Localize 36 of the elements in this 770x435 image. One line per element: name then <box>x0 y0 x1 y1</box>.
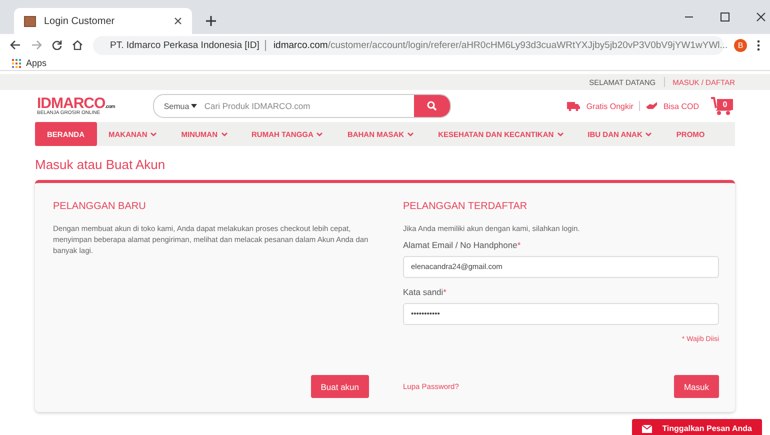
perk-text: Gratis Ongkir <box>586 102 634 110</box>
site-name: PT. Idmarco Perkasa Indonesia [ID] <box>110 40 266 50</box>
profile-avatar[interactable]: B <box>734 38 747 52</box>
field-label: Alamat Email / No Handphone* <box>403 240 522 250</box>
category-dropdown[interactable]: Semua <box>154 102 198 110</box>
close-icon[interactable] <box>174 17 182 25</box>
maximize-icon[interactable] <box>720 12 730 22</box>
browser-tab[interactable]: Login Customer <box>14 8 192 34</box>
search-input[interactable]: Cari Produk IDMARCO.com <box>202 100 414 112</box>
close-icon[interactable] <box>756 12 766 22</box>
cart-handle-icon <box>711 97 717 109</box>
login-button[interactable]: Masuk <box>674 375 719 398</box>
new-tab-icon[interactable] <box>206 16 216 26</box>
field-label: Kata sandi* <box>403 286 448 297</box>
tab-title: Login Customer <box>44 16 116 26</box>
truck-icon <box>567 102 580 110</box>
mail-icon <box>642 424 652 432</box>
search-icon <box>426 101 437 111</box>
create-account-button[interactable]: Buat akun <box>310 375 369 398</box>
search-field[interactable]: Semua Cari Produk IDMARCO.com <box>152 94 451 118</box>
perk-text: Bisa COD <box>663 102 699 110</box>
page-title: Masuk atau Buat Akun <box>35 157 166 172</box>
home-icon[interactable] <box>72 40 83 50</box>
back-icon[interactable] <box>10 40 21 50</box>
chat-widget[interactable]: Tinggalkan Pesan Anda <box>632 419 762 435</box>
reload-icon[interactable] <box>52 40 62 50</box>
menu-icon[interactable] <box>757 40 760 50</box>
favicon-icon <box>24 16 36 26</box>
search-button[interactable] <box>414 95 450 117</box>
section-heading: PELANGGAN TERDAFTAR <box>403 201 528 212</box>
hand-icon <box>646 101 658 111</box>
section-heading: PELANGGAN BARU <box>53 201 147 212</box>
cart-button[interactable]: 0 <box>711 97 733 115</box>
caret-icon <box>191 104 198 108</box>
bookmark-item[interactable]: Apps <box>12 58 47 68</box>
apps-grid-icon <box>12 58 21 68</box>
